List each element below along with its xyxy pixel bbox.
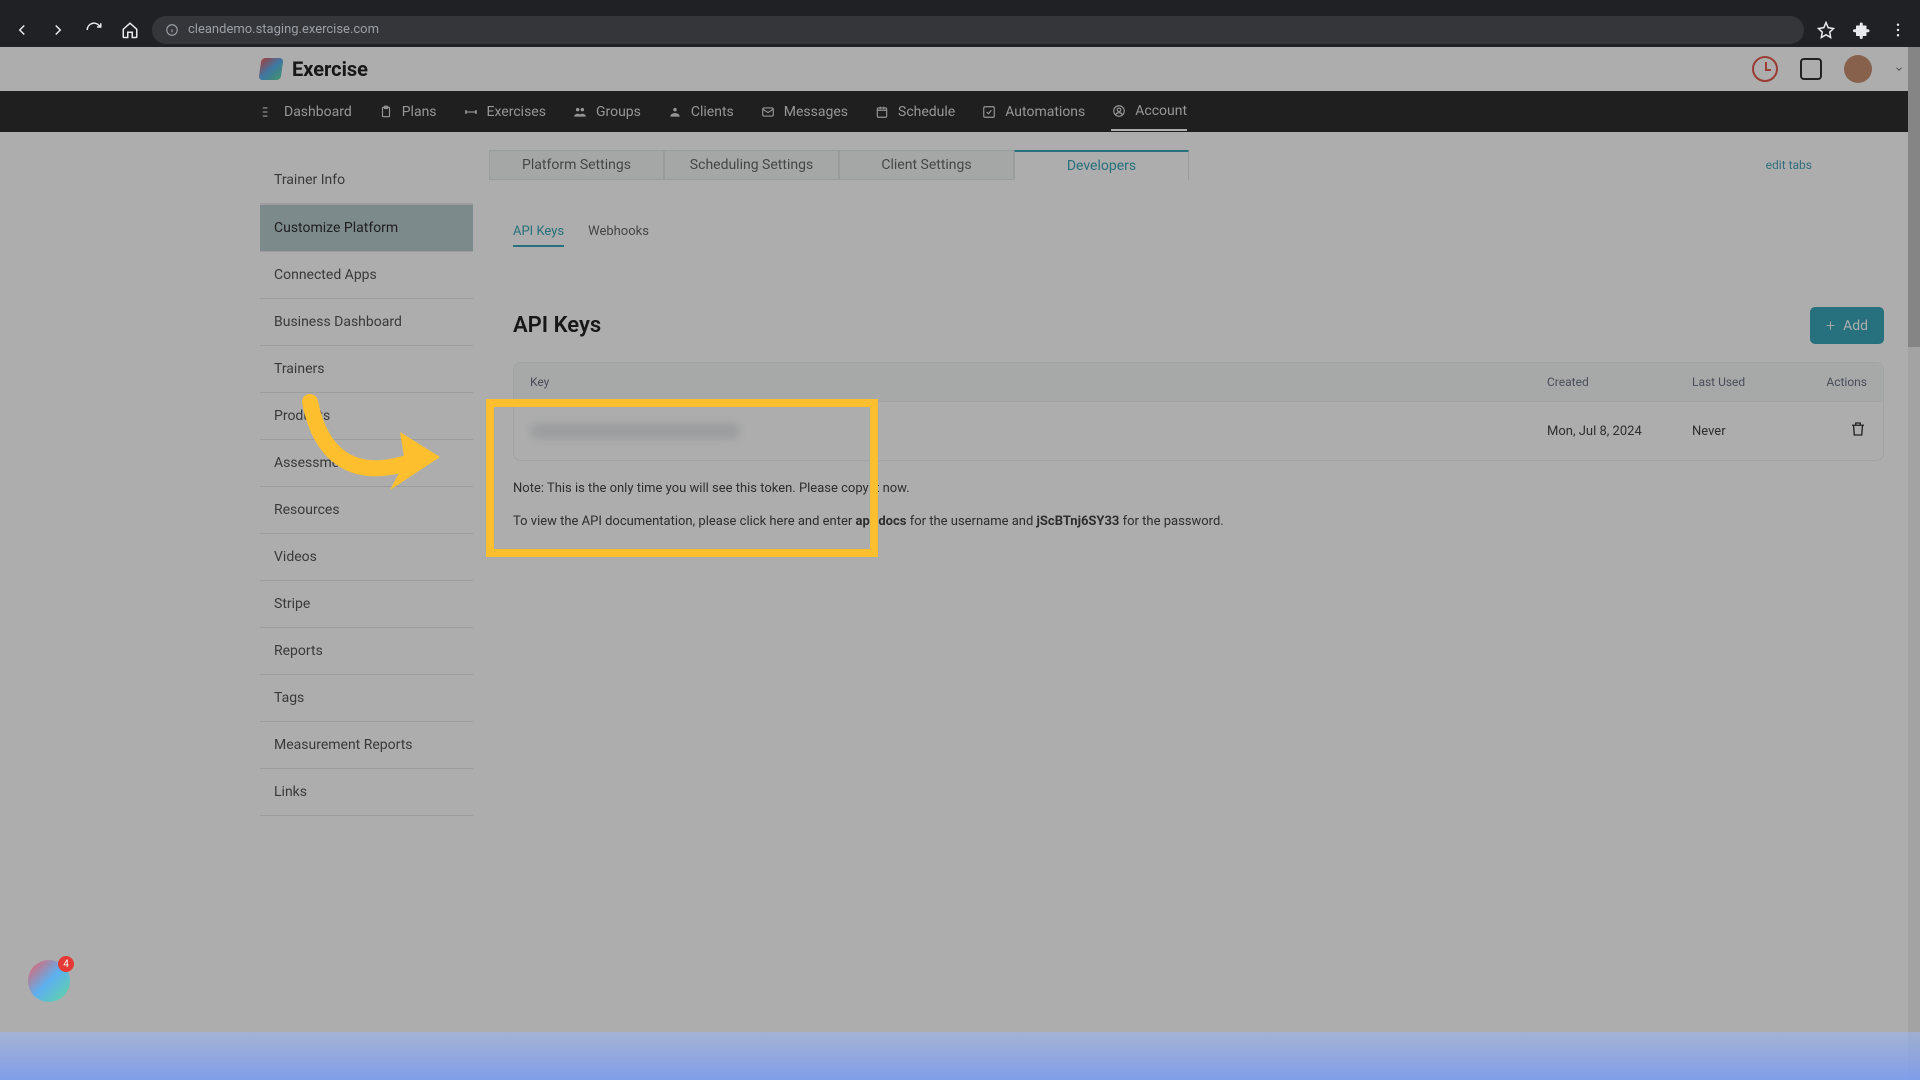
sidebar-item-connected-apps[interactable]: Connected Apps — [260, 252, 473, 299]
badge-count: 4 — [58, 956, 74, 972]
sidebar-item-stripe[interactable]: Stripe — [260, 581, 473, 628]
address-bar[interactable]: cleandemo.staging.exercise.com — [152, 16, 1804, 44]
api-key-value-blurred — [530, 423, 740, 439]
nav-label: Messages — [784, 104, 848, 120]
nav-label: Dashboard — [284, 104, 352, 120]
brand-name: Exercise — [292, 57, 368, 81]
tab-strip — [0, 0, 1920, 12]
col-actions: Actions — [1812, 375, 1867, 389]
sub-tabs: API Keys Webhooks — [489, 224, 1900, 247]
nav-label: Automations — [1005, 104, 1085, 120]
activity-icon[interactable] — [1752, 56, 1778, 82]
settings-tabs: Platform Settings Scheduling Settings Cl… — [489, 150, 1900, 180]
nav-groups[interactable]: Groups — [572, 94, 641, 130]
sidebar: Trainer Info Customize Platform Connecte… — [260, 132, 473, 816]
nav-label: Clients — [691, 104, 734, 120]
sidebar-item-links[interactable]: Links — [260, 769, 473, 816]
add-button[interactable]: + Add — [1810, 307, 1884, 344]
doc-mid: for the username and — [906, 514, 1036, 529]
sidebar-item-tags[interactable]: Tags — [260, 675, 473, 722]
sidebar-item-resources[interactable]: Resources — [260, 487, 473, 534]
mail-icon — [760, 104, 776, 120]
nav-label: Exercises — [487, 104, 546, 120]
extensions-icon[interactable] — [1848, 16, 1876, 44]
account-icon — [1111, 103, 1127, 119]
nav-label: Groups — [596, 104, 641, 120]
forward-button[interactable] — [44, 16, 72, 44]
url-text: cleandemo.staging.exercise.com — [188, 22, 379, 37]
nav-messages[interactable]: Messages — [760, 94, 848, 130]
sidebar-item-assessments[interactable]: Assessments — [260, 440, 473, 487]
doc-pass: jScBTnj6SY33 — [1037, 514, 1120, 529]
scroll-thumb[interactable] — [1908, 47, 1920, 347]
dumbbell-icon — [463, 104, 479, 120]
table-row: Mon, Jul 8, 2024 Never — [514, 402, 1883, 460]
tab-platform-settings[interactable]: Platform Settings — [489, 150, 664, 180]
main-nav: Dashboard Plans Exercises Groups Clients… — [0, 91, 1920, 132]
nav-clients[interactable]: Clients — [667, 94, 734, 130]
api-keys-table: Key Created Last Used Actions Mon, Jul 8… — [513, 362, 1884, 461]
tab-client-settings[interactable]: Client Settings — [839, 150, 1014, 180]
doc-post: for the password. — [1119, 514, 1223, 529]
nav-plans[interactable]: Plans — [378, 94, 437, 130]
home-button[interactable] — [116, 16, 144, 44]
nav-account[interactable]: Account — [1111, 93, 1187, 131]
section-title: API Keys — [513, 313, 601, 338]
tab-scheduling-settings[interactable]: Scheduling Settings — [664, 150, 839, 180]
table-header: Key Created Last Used Actions — [514, 363, 1883, 402]
tab-developers[interactable]: Developers — [1014, 150, 1189, 180]
back-button[interactable] — [8, 16, 36, 44]
clipboard-icon — [378, 104, 394, 120]
page-scrollbar[interactable] — [1908, 47, 1920, 1080]
brand-bar: Exercise — [0, 47, 1920, 91]
menu-icon[interactable] — [1884, 16, 1912, 44]
sidebar-item-measurement-reports[interactable]: Measurement Reports — [260, 722, 473, 769]
nav-label: Plans — [402, 104, 437, 120]
doc-text: To view the API documentation, please cl… — [513, 514, 1884, 529]
note-text: Note: This is the only time you will see… — [513, 481, 1884, 496]
subtab-webhooks[interactable]: Webhooks — [588, 224, 649, 247]
nav-label: Account — [1135, 103, 1187, 119]
support-widget[interactable]: 4 — [28, 960, 70, 1002]
cell-created: Mon, Jul 8, 2024 — [1547, 424, 1692, 439]
bottom-gradient — [0, 1032, 1920, 1080]
user-icon — [667, 104, 683, 120]
sidebar-item-trainer-info[interactable]: Trainer Info — [260, 157, 473, 204]
group-icon — [572, 104, 588, 120]
sidebar-item-reports[interactable]: Reports — [260, 628, 473, 675]
nav-dashboard[interactable]: Dashboard — [260, 94, 352, 130]
site-info-icon[interactable] — [164, 22, 180, 38]
nav-label: Schedule — [898, 104, 955, 120]
sidebar-item-videos[interactable]: Videos — [260, 534, 473, 581]
chevron-down-icon[interactable] — [1894, 64, 1904, 74]
doc-user: api-docs — [856, 514, 907, 529]
col-key: Key — [530, 375, 1547, 389]
plus-icon: + — [1826, 316, 1835, 335]
reload-button[interactable] — [80, 16, 108, 44]
col-created: Created — [1547, 375, 1692, 389]
edit-tabs-link[interactable]: edit tabs — [1766, 158, 1812, 172]
subtab-api-keys[interactable]: API Keys — [513, 224, 564, 247]
doc-pre: To view the API documentation, please cl… — [513, 514, 856, 529]
add-label: Add — [1843, 318, 1868, 334]
nav-schedule[interactable]: Schedule — [874, 94, 955, 130]
calendar-icon — [874, 104, 890, 120]
sidebar-item-products[interactable]: Products — [260, 393, 473, 440]
dashboard-icon — [260, 104, 276, 120]
trash-icon[interactable] — [1849, 420, 1867, 438]
star-icon[interactable] — [1812, 16, 1840, 44]
nav-automations[interactable]: Automations — [981, 94, 1085, 130]
check-icon — [981, 104, 997, 120]
brand-logo — [258, 58, 283, 80]
sidebar-item-business-dashboard[interactable]: Business Dashboard — [260, 299, 473, 346]
browser-toolbar: cleandemo.staging.exercise.com — [0, 12, 1920, 47]
sidebar-item-customize-platform[interactable]: Customize Platform — [260, 204, 473, 252]
nav-exercises[interactable]: Exercises — [463, 94, 546, 130]
avatar[interactable] — [1844, 55, 1872, 83]
sidebar-item-trainers[interactable]: Trainers — [260, 346, 473, 393]
placeholder-icon[interactable] — [1800, 58, 1822, 80]
cell-last-used: Never — [1692, 424, 1812, 439]
col-last-used: Last Used — [1692, 375, 1812, 389]
